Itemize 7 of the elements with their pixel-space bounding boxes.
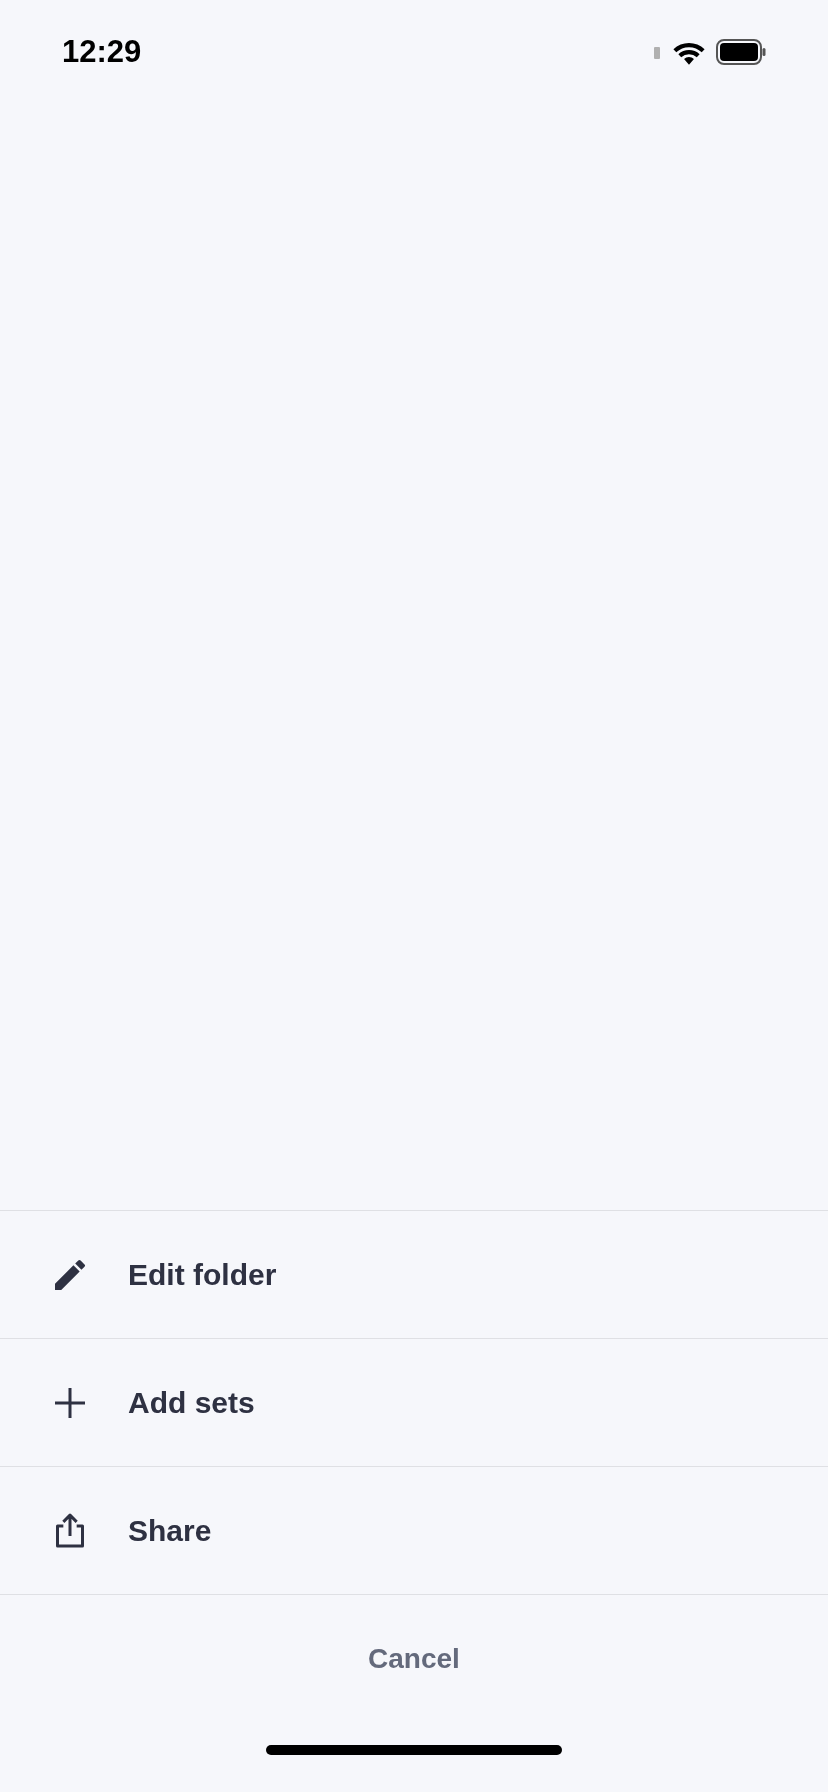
menu-item[interactable]: Add sets xyxy=(0,1339,828,1467)
menu-item[interactable]: Edit folder xyxy=(0,1211,828,1339)
signal-icon xyxy=(652,45,662,59)
cancel-button[interactable]: Cancel xyxy=(352,1630,476,1688)
battery-icon xyxy=(716,39,766,65)
status-time: 12:29 xyxy=(62,32,142,71)
menu-item[interactable]: Share xyxy=(0,1467,828,1595)
